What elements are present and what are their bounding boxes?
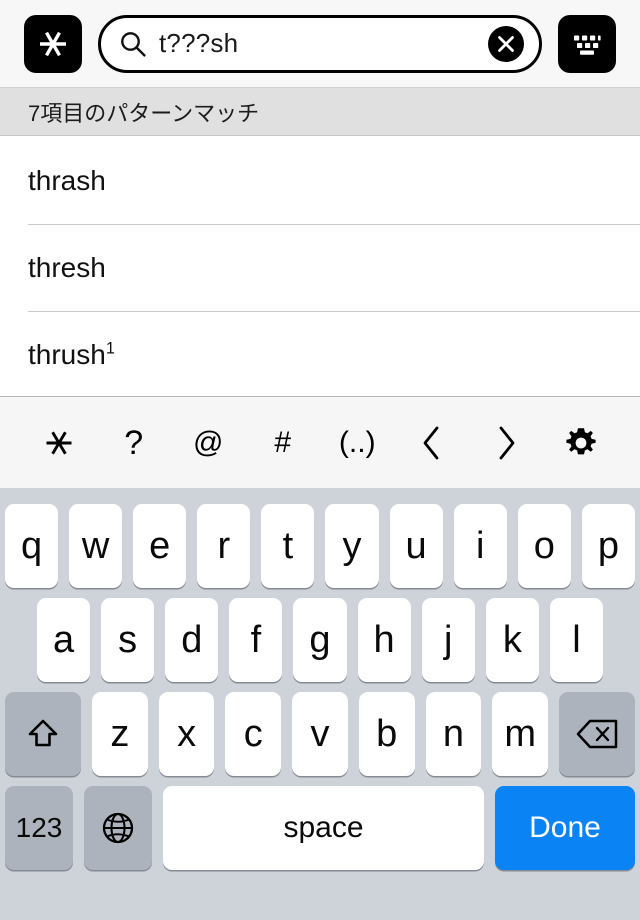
key-e[interactable]: e — [133, 504, 187, 588]
asterisk-icon — [46, 430, 72, 455]
key-z[interactable]: z — [92, 692, 148, 776]
asterisk-icon — [40, 31, 66, 56]
globe-key[interactable] — [84, 786, 152, 870]
question-wildcard-button[interactable]: ? — [97, 397, 172, 489]
search-field[interactable]: t???sh — [98, 14, 542, 73]
key-a[interactable]: a — [37, 598, 91, 682]
key-r[interactable]: r — [197, 504, 251, 588]
keyboard-row-3: z x c v b n m — [0, 687, 640, 781]
search-icon — [121, 31, 146, 57]
key-n[interactable]: n — [425, 692, 482, 776]
previous-button[interactable] — [395, 397, 470, 489]
keyboard-toggle-button[interactable] — [558, 14, 616, 73]
clear-search-button[interactable] — [487, 25, 525, 63]
keyboard-accessory-toolbar: ? @ # (..) — [0, 396, 640, 488]
list-item[interactable]: thrash — [0, 137, 640, 224]
key-v[interactable]: v — [292, 692, 348, 776]
shift-icon — [28, 719, 58, 747]
results-count-header: 7項目のパターンマッチ — [0, 88, 640, 136]
result-word-text: thrush — [28, 338, 106, 370]
key-w[interactable]: w — [69, 504, 123, 588]
space-key[interactable]: space — [163, 786, 484, 870]
key-y[interactable]: y — [325, 504, 379, 588]
at-sign-icon: @ — [193, 425, 224, 459]
keyboard-row-1: q w e r t y u i o p — [0, 499, 640, 593]
parenthesis-dots-icon: (..) — [338, 425, 376, 459]
chevron-left-icon — [423, 426, 439, 459]
result-word-text: thresh — [28, 251, 106, 283]
backspace-icon — [576, 719, 618, 749]
result-word-superscript: 1 — [105, 339, 115, 358]
key-t[interactable]: t — [261, 504, 315, 588]
group-wildcard-button[interactable]: (..) — [320, 397, 395, 489]
wildcard-mode-button[interactable] — [24, 14, 82, 73]
shift-key[interactable] — [5, 692, 81, 776]
asterisk-wildcard-button[interactable] — [22, 397, 97, 489]
key-s[interactable]: s — [101, 598, 155, 682]
list-item[interactable]: thrush1 — [0, 311, 640, 396]
key-o[interactable]: o — [517, 504, 571, 588]
key-d[interactable]: d — [165, 598, 219, 682]
settings-gear-button[interactable] — [544, 397, 619, 489]
done-key[interactable]: Done — [495, 786, 635, 870]
list-item[interactable]: thresh — [0, 224, 640, 311]
at-wildcard-button[interactable]: @ — [171, 397, 246, 489]
key-j[interactable]: j — [421, 598, 475, 682]
keyboard-row-2: a s d f g h j k l — [0, 593, 640, 687]
result-word: thrash — [28, 165, 106, 197]
key-h[interactable]: h — [357, 598, 411, 682]
key-x[interactable]: x — [158, 692, 215, 776]
backspace-key[interactable] — [559, 692, 636, 776]
key-b[interactable]: b — [358, 692, 415, 776]
result-word-text: thrash — [28, 164, 106, 196]
results-list: thrash thresh thrush1 — [0, 137, 640, 396]
search-input-value[interactable]: t???sh — [159, 28, 475, 59]
gear-icon — [566, 427, 596, 454]
keyboard-row-4: 123 space Done — [0, 781, 640, 875]
hash-wildcard-button[interactable]: # — [246, 397, 321, 489]
result-word: thrush1 — [28, 339, 115, 371]
question-mark-icon: ? — [124, 423, 144, 462]
chevron-right-icon — [499, 426, 515, 459]
key-u[interactable]: u — [389, 504, 443, 588]
key-g[interactable]: g — [293, 598, 347, 682]
key-m[interactable]: m — [492, 692, 549, 776]
keyboard-icon — [574, 35, 601, 55]
key-l[interactable]: l — [549, 598, 603, 682]
search-bar: t???sh — [0, 0, 640, 88]
numbers-key[interactable]: 123 — [5, 786, 73, 870]
clear-circle-icon — [488, 25, 524, 62]
key-k[interactable]: k — [485, 598, 539, 682]
next-button[interactable] — [469, 397, 544, 489]
on-screen-keyboard: q w e r t y u i o p a s d f g h j k l z … — [0, 488, 640, 920]
results-count-label: 7項目のパターンマッチ — [28, 100, 260, 126]
key-f[interactable]: f — [229, 598, 283, 682]
result-word: thresh — [28, 252, 106, 284]
key-p[interactable]: p — [581, 504, 635, 588]
dictionary-search-screen: t???sh 7項目のパターンマッチ thrash thresh thrush1… — [0, 0, 640, 920]
key-c[interactable]: c — [225, 692, 282, 776]
hash-icon: # — [274, 425, 292, 459]
globe-icon — [102, 812, 134, 844]
key-i[interactable]: i — [453, 504, 507, 588]
key-q[interactable]: q — [5, 504, 59, 588]
